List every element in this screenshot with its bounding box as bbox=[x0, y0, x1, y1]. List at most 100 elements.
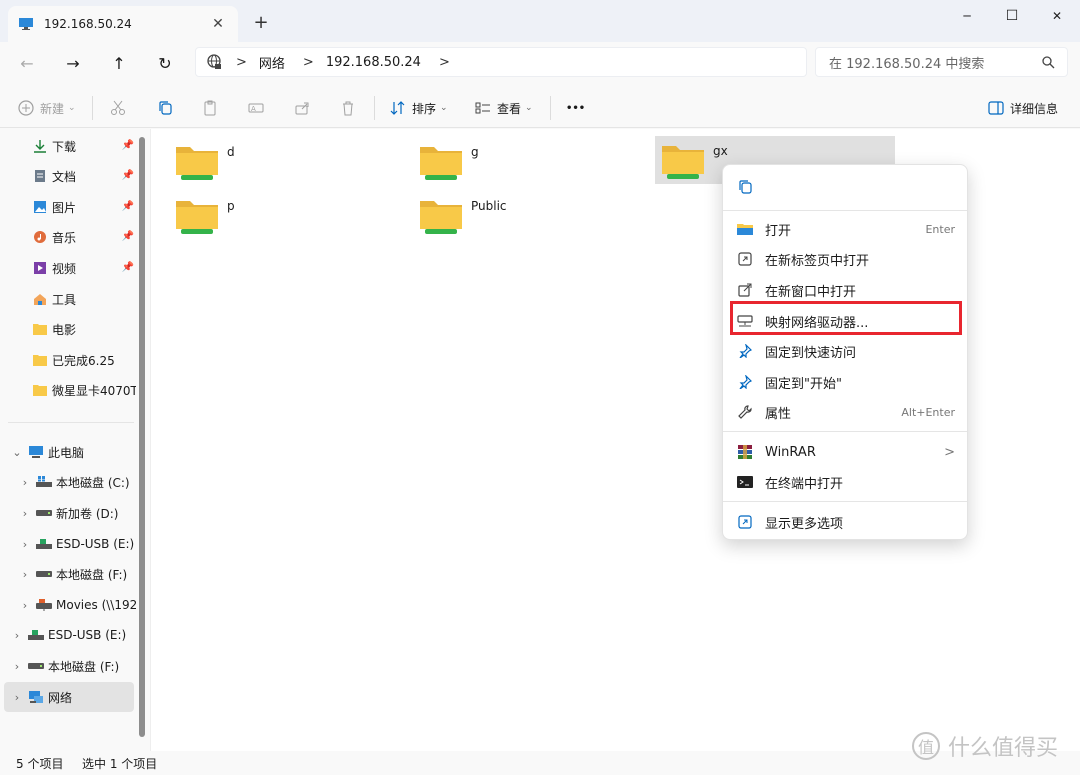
pin-icon: 📌 bbox=[121, 201, 134, 212]
address-bar[interactable]: > 网络 > 192.168.50.24 > bbox=[195, 47, 807, 77]
menu-item-winrar[interactable]: WinRAR > bbox=[727, 437, 965, 467]
breadcrumb-host[interactable]: 192.168.50.24 bbox=[326, 55, 421, 70]
chevron-down-icon: ⌄ bbox=[68, 103, 76, 113]
menu-item-properties[interactable]: 属性 Alt+Enter bbox=[727, 397, 965, 427]
details-pane-button[interactable]: 详细信息 bbox=[988, 96, 1058, 120]
breadcrumb-separator: > bbox=[438, 54, 450, 70]
sidebar-item-label: 电影 bbox=[52, 322, 77, 337]
menu-item-open-terminal[interactable]: 在终端中打开 bbox=[727, 467, 965, 497]
sidebar-scrollbar[interactable] bbox=[139, 137, 145, 737]
chevron-right-icon[interactable]: › bbox=[10, 629, 24, 642]
video-icon bbox=[32, 260, 48, 276]
plus-circle-icon bbox=[18, 100, 34, 116]
sidebar-item-label: 工具 bbox=[52, 292, 77, 307]
menu-item-pin-quick-access[interactable]: 固定到快速访问 bbox=[727, 336, 965, 366]
sidebar-item-label: ESD-USB (E:) bbox=[56, 537, 135, 551]
refresh-button[interactable]: ↻ bbox=[150, 48, 180, 78]
network-folder-icon bbox=[662, 146, 704, 179]
winrar-icon bbox=[737, 444, 753, 460]
forward-button[interactable]: → bbox=[58, 48, 88, 78]
sidebar-item-this-pc[interactable]: ⌄ 此电脑 bbox=[10, 437, 140, 467]
network-icon bbox=[28, 689, 44, 705]
tab-192-168-50-24[interactable]: 192.168.50.24 ✕ bbox=[8, 6, 238, 42]
search-placeholder: 在 192.168.50.24 中搜索 bbox=[829, 56, 985, 72]
file-explorer-window: 192.168.50.24 ✕ + ─ ☐ ✕ ← → ↑ ↻ > 网络 > 1… bbox=[0, 0, 1080, 775]
sort-button[interactable]: 排序 ⌄ bbox=[390, 96, 448, 120]
menu-item-show-more-options[interactable]: 显示更多选项 bbox=[727, 507, 965, 537]
maximize-button[interactable]: ☐ bbox=[989, 0, 1035, 32]
usb-drive-icon bbox=[28, 627, 44, 643]
image-icon bbox=[32, 199, 48, 215]
details-pane-icon bbox=[988, 101, 1004, 115]
paste-button[interactable] bbox=[202, 96, 218, 120]
folder-name: p bbox=[227, 199, 235, 213]
sidebar-item-label: 视频 bbox=[52, 261, 77, 276]
chevron-right-icon[interactable]: › bbox=[18, 599, 32, 612]
breadcrumb-separator: > bbox=[236, 54, 247, 70]
tab-close-icon[interactable]: ✕ bbox=[208, 16, 228, 32]
sidebar-item-movies-folder[interactable]: 电影 bbox=[32, 314, 136, 344]
folder-item-d[interactable]: d bbox=[169, 137, 409, 185]
sidebar-item-documents[interactable]: 文档 📌 bbox=[32, 161, 136, 191]
breadcrumb-network[interactable]: 网络 bbox=[259, 53, 285, 72]
sidebar-item-downloads[interactable]: 下载 📌 bbox=[32, 131, 136, 161]
address-row: ← → ↑ ↻ > 网络 > 192.168.50.24 > 在 192.168… bbox=[0, 42, 1080, 84]
sidebar-item-gpu-folder[interactable]: 微星显卡4070Ti bbox=[32, 375, 136, 405]
sidebar-item-videos[interactable]: 视频 📌 bbox=[32, 253, 136, 283]
sidebar-item-drive-f-root[interactable]: › 本地磁盘 (F:) bbox=[10, 651, 140, 681]
sidebar-item-usb-root[interactable]: › ESD-USB (E:) bbox=[10, 620, 140, 650]
close-window-button[interactable]: ✕ bbox=[1034, 0, 1080, 32]
share-button[interactable] bbox=[294, 96, 310, 120]
folder-item-p[interactable]: p bbox=[169, 191, 409, 239]
chevron-down-icon: ⌄ bbox=[525, 103, 533, 113]
sidebar-item-label: 本地磁盘 (F:) bbox=[56, 567, 128, 582]
sidebar-item-music[interactable]: 音乐 📌 bbox=[32, 222, 136, 252]
folder-item-g[interactable]: g bbox=[413, 137, 653, 185]
sidebar-item-drive-f[interactable]: › 本地磁盘 (F:) bbox=[18, 559, 136, 589]
sidebar-item-label: 本地磁盘 (F:) bbox=[48, 659, 120, 674]
sidebar-item-label: 新加卷 (D:) bbox=[56, 506, 119, 521]
minimize-button[interactable]: ─ bbox=[944, 0, 990, 32]
chevron-right-icon[interactable]: › bbox=[18, 538, 32, 551]
command-bar: 新建 ⌄ A 排序 ⌄ 查看 ⌄ ••• 详细信息 bbox=[0, 88, 1080, 128]
delete-button[interactable] bbox=[340, 96, 356, 120]
rename-button[interactable]: A bbox=[248, 96, 264, 120]
sidebar-item-completed-folder[interactable]: 已完成6.25 bbox=[32, 345, 136, 375]
copy-icon[interactable] bbox=[737, 179, 753, 198]
title-bar: 192.168.50.24 ✕ + ─ ☐ ✕ bbox=[0, 0, 1080, 42]
sidebar-item-drive-e[interactable]: › ESD-USB (E:) bbox=[18, 529, 136, 559]
folder-icon bbox=[32, 352, 48, 368]
new-tab-button[interactable]: + bbox=[250, 12, 272, 33]
back-button[interactable]: ← bbox=[12, 48, 42, 78]
sidebar-item-tools[interactable]: 工具 bbox=[32, 284, 136, 314]
chevron-right-icon[interactable]: › bbox=[10, 691, 24, 704]
new-button[interactable]: 新建 ⌄ bbox=[18, 96, 76, 120]
chevron-down-icon[interactable]: ⌄ bbox=[10, 446, 24, 459]
sidebar-item-movies-network-drive[interactable]: › Movies (\\192.168.50.24) bbox=[18, 590, 136, 620]
sidebar-item-label: Movies (\\192.168.50.24) bbox=[56, 598, 136, 612]
view-button[interactable]: 查看 ⌄ bbox=[475, 96, 533, 120]
more-options-button[interactable]: ••• bbox=[566, 96, 585, 120]
sidebar-item-label: 图片 bbox=[52, 200, 77, 215]
sidebar-item-label: 微星显卡4070Ti bbox=[52, 383, 136, 398]
chevron-right-icon[interactable]: › bbox=[10, 660, 24, 673]
up-button[interactable]: ↑ bbox=[104, 48, 134, 78]
sidebar-item-network[interactable]: › 网络 bbox=[4, 682, 134, 712]
menu-item-open-new-tab[interactable]: 在新标签页中打开 bbox=[727, 244, 965, 274]
menu-item-open[interactable]: 打开 Enter bbox=[727, 214, 965, 244]
chevron-right-icon[interactable]: › bbox=[18, 568, 32, 581]
folder-item-public[interactable]: Public bbox=[413, 191, 653, 239]
sidebar-item-label: 下载 bbox=[52, 139, 77, 154]
cut-button[interactable] bbox=[110, 96, 126, 120]
folder-name: g bbox=[471, 145, 479, 159]
chevron-right-icon[interactable]: › bbox=[18, 507, 32, 520]
sidebar-item-drive-d[interactable]: › 新加卷 (D:) bbox=[18, 498, 136, 528]
svg-text:A: A bbox=[251, 105, 256, 113]
copy-button[interactable] bbox=[157, 96, 173, 120]
menu-item-pin-start[interactable]: 固定到"开始" bbox=[727, 367, 965, 397]
sidebar-item-pictures[interactable]: 图片 📌 bbox=[32, 192, 136, 222]
sidebar-item-drive-c[interactable]: › 本地磁盘 (C:) bbox=[18, 467, 136, 497]
chevron-right-icon[interactable]: › bbox=[18, 476, 32, 489]
sidebar-item-label: 网络 bbox=[48, 690, 73, 705]
search-input[interactable]: 在 192.168.50.24 中搜索 bbox=[815, 47, 1068, 77]
